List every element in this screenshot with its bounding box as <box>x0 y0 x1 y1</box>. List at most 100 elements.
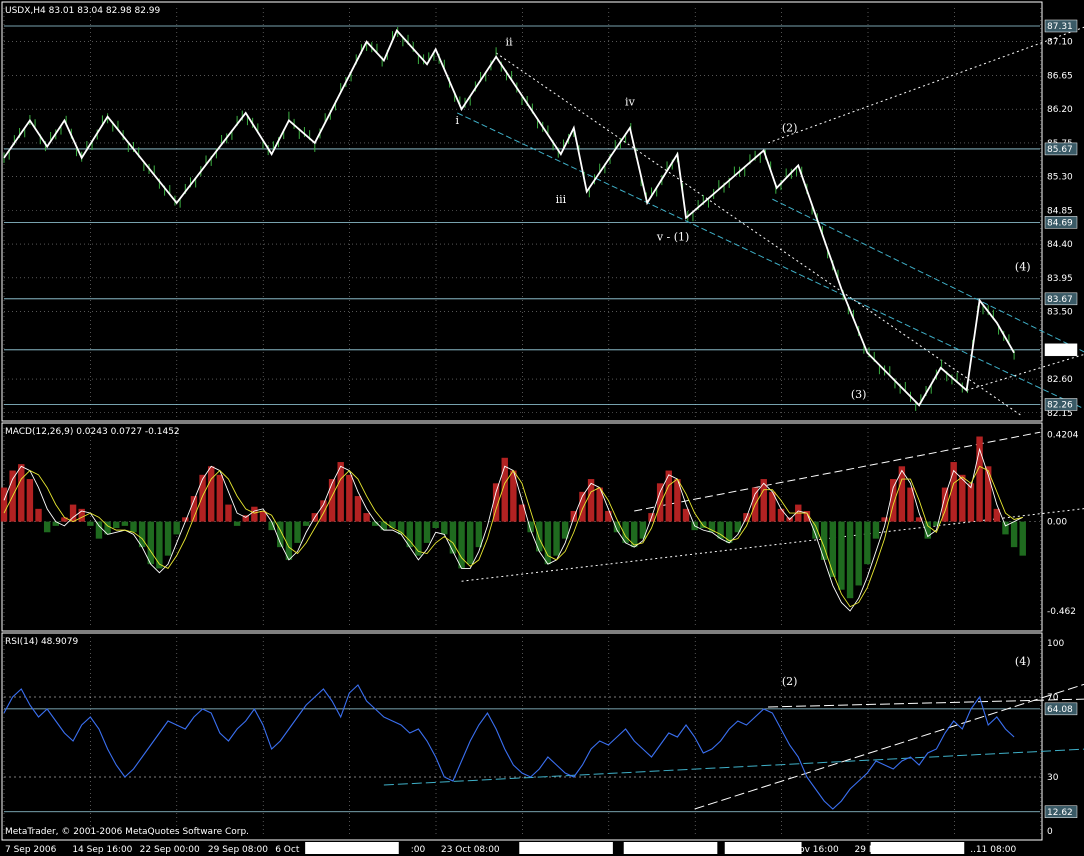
macd-histogram-bar <box>43 521 51 533</box>
macd-histogram-bar <box>829 521 836 577</box>
macd-histogram-bar <box>121 521 129 526</box>
horizontal-level-lines <box>4 25 1040 813</box>
inner-channel-line <box>495 52 1024 417</box>
macd-histogram-bar <box>605 510 612 522</box>
time-tick-label: :00 <box>411 845 426 855</box>
macd-histogram-bar <box>26 479 34 522</box>
macd-histogram-bar <box>846 521 854 599</box>
macd-histogram-bar <box>95 521 103 539</box>
macd-histogram-bar <box>87 521 94 526</box>
time-tick-label: ..11 08:00 <box>970 845 1016 855</box>
rsi-rising-trendline <box>694 683 1084 810</box>
time-tick-label: 2006.10.13 12:00 <box>307 845 388 855</box>
time-tick-label: Nov 16:00 <box>792 845 839 855</box>
symbol-header: USDX,H4 83.01 83.04 82.98 82.99 <box>5 6 161 16</box>
macd-histogram-bar <box>855 521 862 586</box>
macd-histogram-bar <box>449 521 457 554</box>
price-level-label: 82.26 <box>1047 401 1073 411</box>
rsi-level-label: 12.62 <box>1047 808 1073 818</box>
rsi-level-label: 64.08 <box>1047 705 1073 715</box>
rsi-tick-label: 30 <box>1047 773 1059 783</box>
wave-label: (2) <box>782 122 798 135</box>
macd-histogram-bar <box>35 508 42 522</box>
macd-histogram-bar <box>872 521 880 539</box>
macd-histogram-bar <box>251 506 258 522</box>
time-tick-label: 14 Sep 16:00 <box>72 845 132 855</box>
trend-lines <box>383 26 1084 810</box>
price-tick-label: 86.65 <box>1047 71 1073 81</box>
macd-histogram-bar <box>208 466 215 522</box>
rsi-tick-label: 70 <box>1047 693 1059 703</box>
macd-histogram-bar <box>544 521 552 565</box>
rsi-upper-trendline <box>768 698 1084 708</box>
macd-histogram-bar <box>458 521 465 569</box>
rsi-series <box>3 684 1015 810</box>
chart-canvas[interactable]: iiiiiiivv - (1)(2)(3)(4)(2)(4) 87.1086.6… <box>0 0 1084 856</box>
price-level-label: 85.67 <box>1047 145 1073 155</box>
macd-histogram-bar <box>173 521 180 535</box>
macd-histogram-bar <box>164 521 172 556</box>
time-tick-label: 6 Oct <box>275 845 300 855</box>
macd-histogram-bar <box>268 521 275 531</box>
wave-label: i <box>455 114 459 127</box>
price-tick-label: 86.20 <box>1047 105 1073 115</box>
time-tick-label: 2006.11.10 12:00 <box>626 845 707 855</box>
wave-label: iv <box>625 95 636 108</box>
macd-histogram-bar <box>708 521 716 533</box>
price-tick-label: 83.50 <box>1047 308 1073 318</box>
macd-histogram-bar <box>199 474 206 522</box>
macd-histogram-bar <box>838 521 845 590</box>
macd-histogram-bar <box>726 521 733 543</box>
macd-histogram-bar <box>1019 521 1026 556</box>
wave-label: (4) <box>1015 260 1031 273</box>
macd-histogram-bar <box>665 470 672 522</box>
macd-histogram-bar <box>553 521 560 556</box>
macd-histogram-bar <box>216 474 224 522</box>
macd-series <box>0 436 1026 612</box>
macd-tick-label: 0.4204 <box>1047 430 1079 440</box>
wave-label: v - (1) <box>656 230 690 243</box>
macd-title: MACD(12,26,9) 0.0243 0.0727 -0.1452 <box>5 427 180 437</box>
macd-tick-label: 0.00 <box>1047 518 1067 528</box>
time-tick-label: ..11.17 08:00 <box>727 845 788 855</box>
rsi-line <box>3 684 1015 810</box>
wave-label: iii <box>556 193 567 206</box>
macd-tick-label: -0.462 <box>1047 607 1076 617</box>
price-pane <box>1 1 1043 422</box>
wave-line <box>3 28 1015 407</box>
macd-histogram-bar <box>354 496 362 522</box>
price-tick-label: 84.40 <box>1047 240 1073 250</box>
macd-histogram-bar <box>432 521 439 528</box>
rsi-tick-label: 0 <box>1047 827 1053 837</box>
time-tick-label: 2006.12.05 16:00 <box>873 845 954 855</box>
price-tick-label: 85.30 <box>1047 173 1073 183</box>
price-level-label: 82.99 <box>1047 346 1073 356</box>
wave-labels: iiiiiiivv - (1)(2)(3)(4)(2)(4) <box>455 35 1030 688</box>
macd-histogram-bar <box>225 504 232 522</box>
macd-histogram-bar <box>285 521 293 560</box>
macd-histogram-bar <box>475 521 483 548</box>
macd-histogram-bar <box>587 479 595 522</box>
price-level-label: 83.67 <box>1047 295 1073 305</box>
time-tick-label: 23 Oct 08:00 <box>441 845 500 855</box>
macd-histogram-bar <box>363 513 370 522</box>
macd-histogram-bar <box>147 521 154 565</box>
macd-histogram-bar <box>467 521 474 565</box>
macd-histogram-bar <box>864 521 871 565</box>
macd-histogram-bar <box>881 517 888 522</box>
time-tick-label: 2006.11.01 16:00 <box>521 845 602 855</box>
macd-histogram-bar <box>812 521 819 539</box>
macd-histogram-bar <box>423 521 431 543</box>
macd-histogram-bar <box>0 487 8 522</box>
macd-histogram-bar <box>113 521 120 528</box>
macd-histogram-bar <box>777 508 785 522</box>
wave-label: ii <box>506 35 514 48</box>
macd-histogram-bar <box>233 521 241 526</box>
price-tick-label: 84.85 <box>1047 206 1073 216</box>
wave-zigzag <box>3 28 1015 407</box>
macd-histogram-bar <box>346 474 353 522</box>
copyright-footer: MetaTrader, © 2001-2006 MetaQuotes Softw… <box>5 827 249 837</box>
macd-histogram-bar <box>967 483 975 522</box>
price-level-label: 84.69 <box>1047 218 1073 228</box>
macd-histogram-bar <box>415 521 422 556</box>
